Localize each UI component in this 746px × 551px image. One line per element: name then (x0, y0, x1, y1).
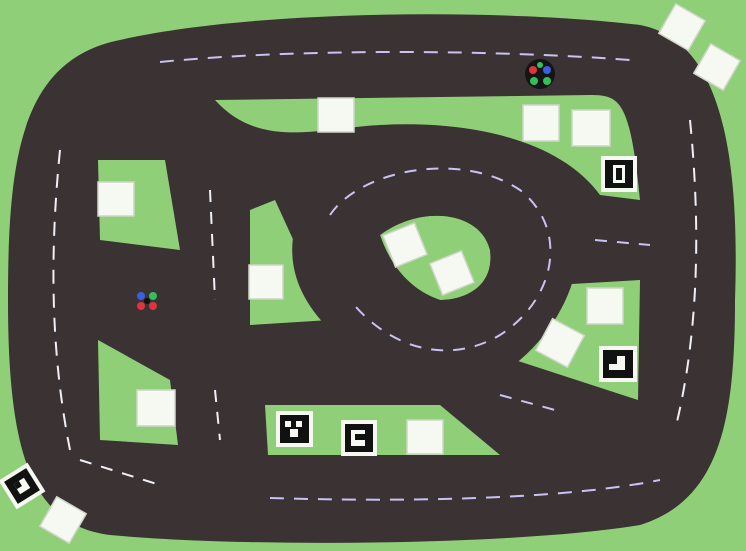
white-square (97, 181, 135, 217)
fiducial-marker (276, 411, 313, 447)
robot (525, 59, 555, 89)
white-square (586, 287, 624, 325)
white-square (317, 97, 355, 133)
white-square (571, 109, 611, 147)
white-square (522, 104, 560, 142)
white-square (406, 419, 444, 455)
fiducial-marker (601, 156, 637, 192)
track-mat-photo (0, 0, 746, 551)
white-square (136, 389, 176, 427)
fiducial-marker (341, 420, 377, 456)
fiducial-marker (599, 346, 637, 382)
track-scene (0, 0, 746, 551)
white-square (248, 264, 284, 300)
robot (134, 288, 160, 314)
